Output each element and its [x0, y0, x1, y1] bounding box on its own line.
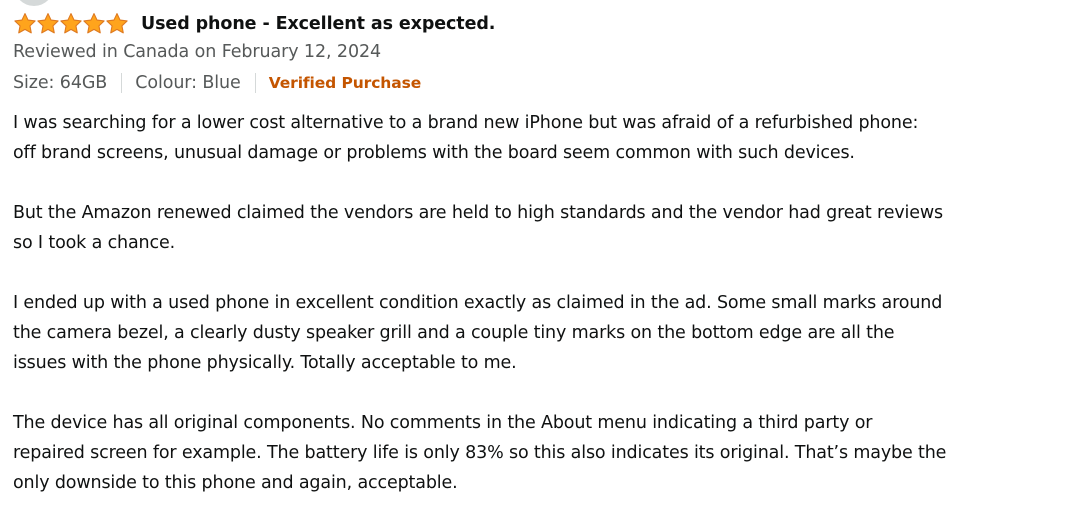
- format-colour[interactable]: Colour: Blue: [135, 73, 241, 93]
- review-paragraph: I ended up with a used phone in excellen…: [13, 288, 1063, 378]
- review-text-line: The device has all original components. …: [13, 413, 873, 433]
- format-size[interactable]: Size: 64GB: [13, 73, 107, 93]
- review-text-line: I was searching for a lower cost alterna…: [13, 113, 919, 133]
- star-icon: [83, 13, 105, 34]
- review-text-line: issues with the phone physically. Totall…: [13, 353, 517, 373]
- review-format-strip[interactable]: Size: 64GB Colour: Blue Verified Purchas…: [13, 73, 421, 93]
- review-text-line: I ended up with a used phone in excellen…: [13, 293, 943, 313]
- review-title-row[interactable]: Used phone - Excellent as expected.: [13, 10, 495, 38]
- star-icon: [60, 13, 82, 34]
- star-rating[interactable]: [13, 12, 128, 36]
- reviewer-avatar: [14, 0, 54, 6]
- format-divider: [121, 73, 123, 93]
- review-paragraph: But the Amazon renewed claimed the vendo…: [13, 198, 1063, 258]
- review-text-line: so I took a chance.: [13, 233, 175, 253]
- review-paragraph: The device has all original components. …: [13, 408, 1063, 498]
- review-text-line: repaired screen for example. The battery…: [13, 443, 947, 463]
- verified-purchase-badge: Verified Purchase: [268, 74, 422, 92]
- star-icon: [37, 13, 59, 34]
- review-paragraph: I was searching for a lower cost alterna…: [13, 108, 1063, 168]
- review-date: Reviewed in Canada on February 12, 2024: [13, 42, 382, 62]
- verified-divider: [254, 73, 256, 93]
- review-body: I was searching for a lower cost alterna…: [13, 108, 1063, 528]
- review-text-line: the camera bezel, a clearly dusty speake…: [13, 323, 895, 343]
- review-title[interactable]: Used phone - Excellent as expected.: [141, 14, 495, 34]
- review-text-line: only downside to this phone and again, a…: [13, 473, 458, 493]
- review-text-line: off brand screens, unusual damage or pro…: [13, 143, 855, 163]
- star-icon: [14, 13, 36, 34]
- review-text-line: But the Amazon renewed claimed the vendo…: [13, 203, 943, 223]
- star-icon: [106, 13, 128, 34]
